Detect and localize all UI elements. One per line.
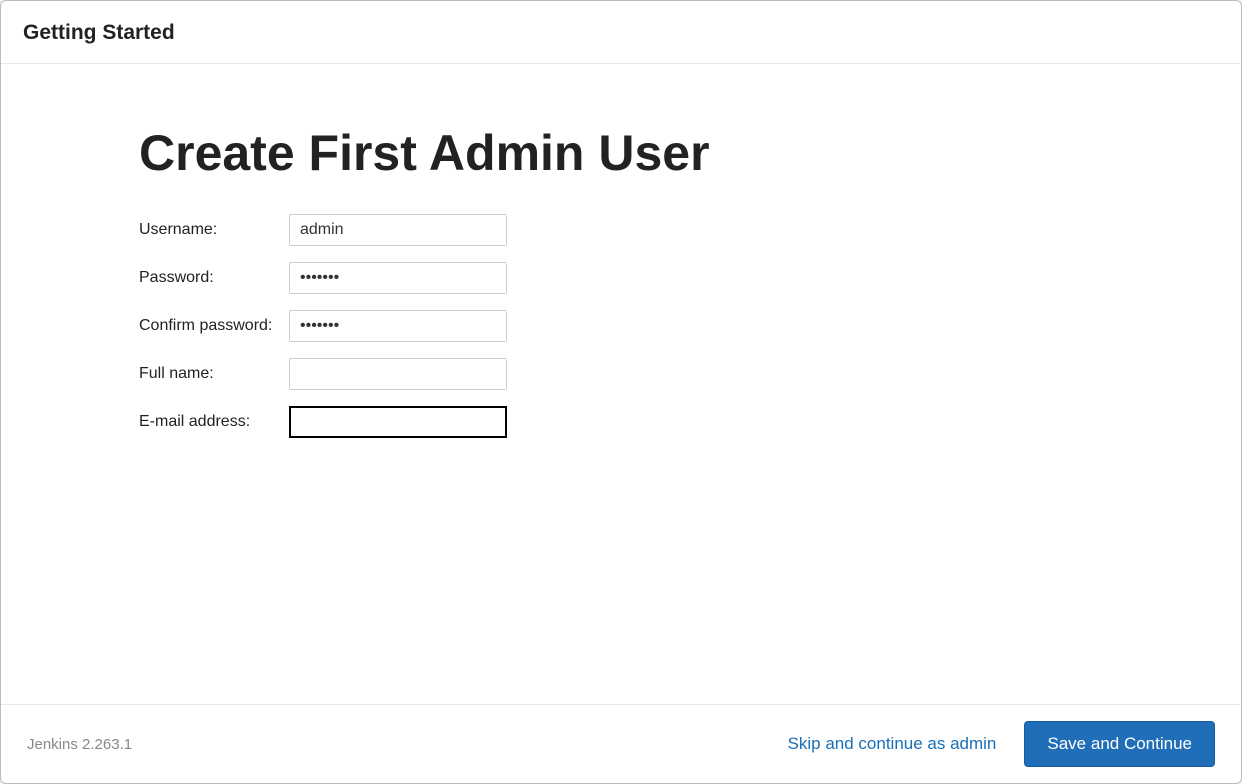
username-input[interactable] — [289, 214, 507, 246]
email-input[interactable] — [289, 406, 507, 438]
label-full-name: Full name: — [139, 365, 289, 383]
header-title: Getting Started — [23, 21, 1219, 45]
page-title: Create First Admin User — [139, 124, 1241, 182]
footer: Jenkins 2.263.1 Skip and continue as adm… — [1, 704, 1241, 783]
label-email: E-mail address: — [139, 413, 289, 431]
save-and-continue-button[interactable]: Save and Continue — [1024, 721, 1215, 767]
full-name-input[interactable] — [289, 358, 507, 390]
row-confirm-password: Confirm password: — [139, 310, 1241, 342]
confirm-password-input[interactable] — [289, 310, 507, 342]
label-username: Username: — [139, 221, 289, 239]
row-password: Password: — [139, 262, 1241, 294]
content: Create First Admin User Username: Passwo… — [1, 64, 1241, 704]
row-full-name: Full name: — [139, 358, 1241, 390]
password-input[interactable] — [289, 262, 507, 294]
skip-button[interactable]: Skip and continue as admin — [788, 734, 997, 754]
row-email: E-mail address: — [139, 406, 1241, 438]
row-username: Username: — [139, 214, 1241, 246]
setup-window: Getting Started Create First Admin User … — [0, 0, 1242, 784]
header: Getting Started — [1, 1, 1241, 64]
version-text: Jenkins 2.263.1 — [27, 736, 132, 753]
label-confirm-password: Confirm password: — [139, 317, 289, 335]
label-password: Password: — [139, 269, 289, 287]
